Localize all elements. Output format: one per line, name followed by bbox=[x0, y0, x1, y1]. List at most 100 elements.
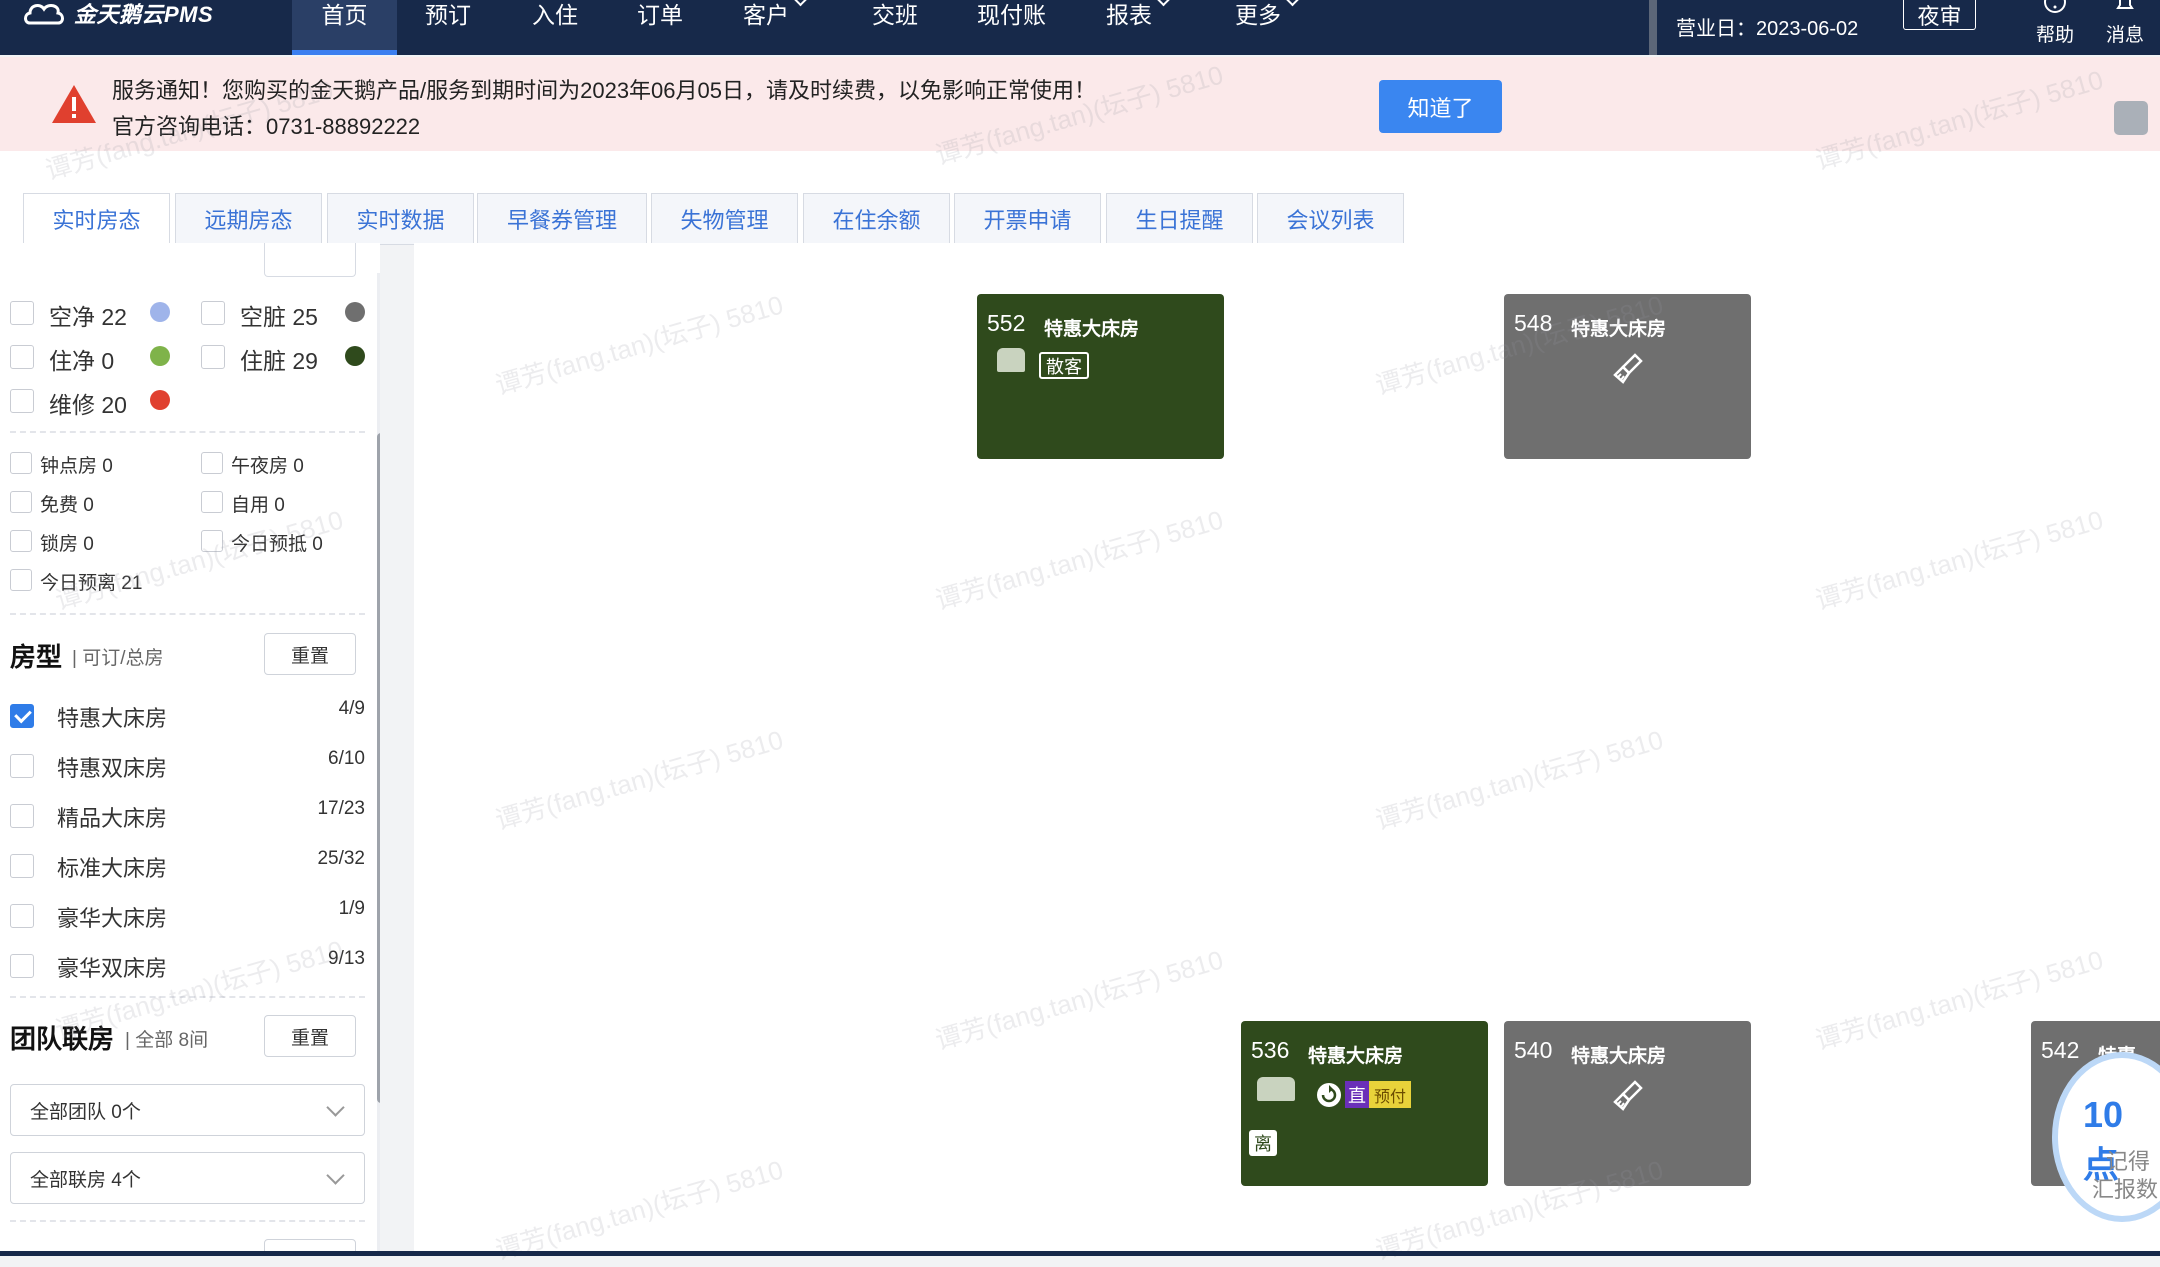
tab-birthday-reminder[interactable]: 生日提醒 bbox=[1106, 193, 1253, 245]
nav-orders[interactable]: 订单 bbox=[637, 0, 683, 55]
status-dot-occupied-dirty bbox=[345, 346, 365, 366]
linked-room-select[interactable]: 全部联房 4个 bbox=[10, 1152, 365, 1204]
room-type-count: 25/32 bbox=[317, 848, 365, 869]
status-label: 住净 0 bbox=[49, 348, 115, 374]
night-audit-button[interactable]: 夜审 bbox=[1903, 0, 1976, 30]
room-type-checkbox[interactable] bbox=[10, 804, 34, 828]
status-dot-maintenance bbox=[150, 390, 170, 410]
sidebar-scrollbar-thumb[interactable] bbox=[377, 433, 380, 1103]
app-logo[interactable]: 金天鹅云PMS bbox=[22, 0, 214, 27]
linked-room-select-value: 全部联房 4个 bbox=[30, 1169, 141, 1191]
flag-checkbox-midnight[interactable] bbox=[201, 452, 223, 474]
team-select-value: 全部团队 0个 bbox=[30, 1101, 141, 1123]
room-type-checkbox[interactable] bbox=[10, 954, 34, 978]
room-type-label: 特惠双床房 bbox=[57, 756, 168, 781]
nav-shift[interactable]: 交班 bbox=[872, 0, 918, 55]
group-rooms-subtitle: | 全部 8间 bbox=[125, 1030, 209, 1051]
status-checkbox-vacant-clean[interactable] bbox=[10, 301, 34, 325]
collapsed-button[interactable] bbox=[264, 243, 356, 277]
prepaid-tag: 预付 bbox=[1369, 1081, 1411, 1108]
room-type: 特惠大床房 bbox=[1571, 319, 1667, 340]
tab-lost-found[interactable]: 失物管理 bbox=[651, 193, 798, 245]
flag-checkbox-hourly[interactable] bbox=[10, 452, 32, 474]
room-type-count: 17/23 bbox=[317, 798, 365, 819]
pin-icon[interactable] bbox=[2114, 101, 2148, 135]
flag-checkbox-free[interactable] bbox=[10, 491, 32, 513]
room-type-count: 9/13 bbox=[328, 948, 365, 969]
tab-meeting-list[interactable]: 会议列表 bbox=[1257, 193, 1404, 245]
help-label: 帮助 bbox=[2035, 25, 2074, 46]
service-notice-banner: 服务通知！您购买的金天鹅产品/服务到期时间为2023年06月05日，请及时续费，… bbox=[0, 57, 2160, 151]
nav-reports[interactable]: 报表 bbox=[1106, 0, 1172, 55]
status-label: 空脏 25 bbox=[240, 304, 318, 330]
room-card[interactable]: 548 特惠大床房 bbox=[1504, 294, 1751, 459]
status-label: 空净 22 bbox=[49, 304, 127, 330]
tab-in-house-balance[interactable]: 在住余额 bbox=[803, 193, 950, 245]
nav-home[interactable]: 首页 bbox=[292, 0, 397, 55]
nav-checkin[interactable]: 入住 bbox=[532, 0, 578, 55]
room-number: 542 bbox=[2041, 1037, 2080, 1063]
tab-invoice-request[interactable]: 开票申请 bbox=[954, 193, 1101, 245]
status-checkbox-occupied-dirty[interactable] bbox=[201, 345, 225, 369]
status-checkbox-maintenance[interactable] bbox=[10, 389, 34, 413]
room-type-label: 豪华双床房 bbox=[57, 956, 168, 981]
nav-label: 首页 bbox=[321, 2, 368, 28]
status-label: 住脏 29 bbox=[240, 348, 318, 374]
status-checkbox-occupied-clean[interactable] bbox=[10, 345, 34, 369]
nav-cash-account[interactable]: 现付账 bbox=[977, 0, 1046, 55]
divider bbox=[10, 431, 365, 433]
status-label: 维修 20 bbox=[49, 392, 127, 418]
flag-label: 午夜房 0 bbox=[231, 456, 304, 477]
notice-message: 服务通知！您购买的金天鹅产品/服务到期时间为2023年06月05日，请及时续费，… bbox=[112, 78, 1096, 103]
chevron-down-icon bbox=[1155, 0, 1172, 7]
room-type-checkbox[interactable] bbox=[10, 854, 34, 878]
nav-customers[interactable]: 客户 bbox=[743, 0, 809, 55]
notice-phone: 官方咨询电话：0731-88892222 bbox=[112, 114, 421, 139]
group-rooms-subtitle-text: 全部 8间 bbox=[135, 1030, 209, 1051]
nav-more[interactable]: 更多 bbox=[1235, 0, 1301, 55]
acknowledge-button[interactable]: 知道了 bbox=[1379, 80, 1502, 133]
room-type-subtitle: | 可订/总房 bbox=[72, 648, 164, 669]
top-nav: 金天鹅云PMS 首页 预订 入住 订单 客户 交班 现付账 报表 更多 营业日：… bbox=[0, 0, 2160, 55]
nav-label: 报表 bbox=[1106, 2, 1152, 28]
tab-realtime-data[interactable]: 实时数据 bbox=[327, 193, 474, 245]
flag-checkbox-arriving-today[interactable] bbox=[201, 530, 223, 552]
help-button[interactable]: 帮助 bbox=[2025, 0, 2085, 55]
filter-sidebar: 空净 22 空脏 25 住净 0 住脏 29 维修 20 钟点房 0 午夜房 0… bbox=[0, 243, 380, 1256]
room-type-label: 标准大床房 bbox=[57, 856, 168, 881]
chevron-down-icon bbox=[326, 1098, 345, 1117]
business-date: 营业日：2023-06-02 bbox=[1676, 18, 1859, 40]
room-type-label: 特惠大床房 bbox=[57, 706, 168, 731]
nav-label: 预订 bbox=[425, 2, 471, 28]
nav-reservation[interactable]: 预订 bbox=[425, 0, 471, 55]
broom-icon bbox=[1613, 353, 1643, 384]
chevron-down-icon bbox=[326, 1166, 345, 1185]
team-select[interactable]: 全部团队 0个 bbox=[10, 1084, 365, 1136]
chevron-down-icon bbox=[1284, 0, 1301, 7]
tab-breakfast-vouchers[interactable]: 早餐券管理 bbox=[477, 193, 647, 245]
room-type-reset-button[interactable]: 重置 bbox=[264, 633, 356, 675]
tab-realtime-status[interactable]: 实时房态 bbox=[23, 193, 170, 245]
room-type-subtitle-text: 可订/总房 bbox=[82, 648, 164, 669]
room-type-checkbox[interactable] bbox=[10, 904, 34, 928]
bell-icon bbox=[2116, 0, 2134, 9]
room-type-title: 房型 bbox=[10, 642, 63, 672]
logo-text: 金天鹅云PMS bbox=[74, 2, 214, 27]
status-checkbox-vacant-dirty[interactable] bbox=[201, 301, 225, 325]
tab-future-status[interactable]: 远期房态 bbox=[175, 193, 322, 245]
flag-checkbox-departing-today[interactable] bbox=[10, 569, 32, 591]
group-reset-button[interactable]: 重置 bbox=[264, 1015, 356, 1057]
flag-label: 今日预离 21 bbox=[40, 573, 143, 594]
room-card[interactable]: 552 特惠大床房 散客 bbox=[977, 294, 1224, 459]
divider bbox=[10, 613, 365, 615]
flag-checkbox-self-use[interactable] bbox=[201, 491, 223, 513]
room-card[interactable]: 540 特惠大床房 bbox=[1504, 1021, 1751, 1186]
flag-checkbox-locked[interactable] bbox=[10, 530, 32, 552]
room-card[interactable]: 536 特惠大床房 直 预付 离 bbox=[1241, 1021, 1488, 1186]
room-type-checkbox[interactable] bbox=[10, 754, 34, 778]
status-dot-vacant-dirty bbox=[345, 302, 365, 322]
messages-button[interactable]: 消息 bbox=[2095, 0, 2155, 55]
room-grid: 552 特惠大床房 散客 548 特惠大床房 536 特惠大床房 直 预付 离 … bbox=[414, 243, 2160, 1256]
room-type-checkbox[interactable] bbox=[10, 704, 34, 728]
room-type: 特惠大床房 bbox=[1044, 319, 1140, 340]
